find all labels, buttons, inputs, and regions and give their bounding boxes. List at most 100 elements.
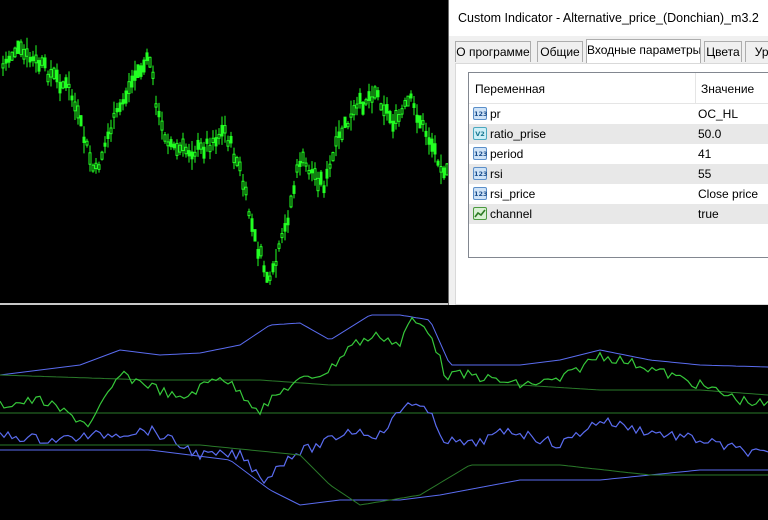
candle-body bbox=[34, 54, 38, 64]
table-row[interactable]: 123 rsi_price Close price bbox=[469, 184, 768, 204]
parameters-table: Переменная Значение 123 pr OC_HL V2 ratio_pr… bbox=[468, 72, 768, 258]
candle-body bbox=[310, 169, 314, 174]
candle-body bbox=[403, 100, 407, 107]
candle-body bbox=[166, 141, 170, 147]
indicator-subwindow[interactable] bbox=[0, 305, 768, 520]
table-row[interactable]: 123 period 41 bbox=[469, 144, 768, 164]
tab-colors[interactable]: Цвета bbox=[704, 41, 742, 62]
candle-body bbox=[415, 114, 419, 123]
candle-body bbox=[127, 81, 131, 95]
candle-body bbox=[49, 69, 53, 78]
candle-body bbox=[40, 57, 44, 66]
candle-body bbox=[226, 140, 230, 147]
tab-input-parameters[interactable]: Входные параметры bbox=[586, 39, 701, 63]
parameter-name: rsi bbox=[490, 167, 503, 181]
tab-levels[interactable]: Уро bbox=[745, 41, 768, 62]
candle-body bbox=[31, 56, 35, 62]
parameter-value[interactable]: 50.0 bbox=[698, 124, 721, 144]
candle-body bbox=[376, 90, 380, 98]
candle-body bbox=[247, 211, 251, 217]
candle-body bbox=[55, 69, 59, 83]
table-row[interactable]: 123 rsi 55 bbox=[469, 164, 768, 184]
double-icon: V2 bbox=[473, 127, 487, 140]
candle-body bbox=[163, 134, 167, 142]
candle-body bbox=[319, 171, 323, 185]
tab-general[interactable]: Общие bbox=[537, 41, 583, 62]
candle-body bbox=[130, 75, 134, 88]
parameter-value[interactable]: 55 bbox=[698, 164, 711, 184]
parameter-value[interactable]: OC_HL bbox=[698, 104, 738, 124]
candle-body bbox=[154, 103, 158, 108]
column-divider[interactable] bbox=[695, 73, 696, 103]
candle-body bbox=[79, 115, 83, 127]
candle-body bbox=[256, 249, 260, 259]
candle-body bbox=[274, 260, 278, 266]
candle-body bbox=[313, 168, 317, 180]
candle-body bbox=[397, 114, 401, 122]
candle-body bbox=[364, 99, 368, 105]
candle-body bbox=[202, 146, 206, 159]
candle-body bbox=[67, 83, 71, 88]
candle-body bbox=[52, 67, 56, 80]
candle-body bbox=[265, 271, 269, 283]
candle-body bbox=[61, 81, 65, 89]
candle-body bbox=[76, 105, 80, 119]
candle-body bbox=[169, 139, 173, 148]
candle-body bbox=[379, 103, 383, 111]
candle-body bbox=[301, 151, 305, 164]
candle-body bbox=[211, 137, 215, 144]
bool-icon bbox=[473, 207, 487, 220]
candle-body bbox=[334, 136, 338, 147]
candle-body bbox=[97, 164, 101, 170]
candle-body bbox=[430, 138, 434, 152]
table-body: 123 pr OC_HL V2 ratio_prise 50.0 123 period 41 12… bbox=[469, 104, 768, 224]
parameter-name: ratio_prise bbox=[490, 127, 547, 141]
table-row[interactable]: V2 ratio_prise 50.0 bbox=[469, 124, 768, 144]
parameter-value[interactable]: Close price bbox=[698, 184, 758, 204]
candle-body bbox=[22, 48, 26, 60]
candle-body bbox=[355, 103, 359, 109]
candle-body bbox=[142, 59, 146, 73]
candle-body bbox=[277, 243, 281, 249]
parameter-name: pr bbox=[490, 107, 501, 121]
candle-body bbox=[238, 161, 242, 172]
candle-body bbox=[115, 108, 119, 113]
candle-body bbox=[82, 136, 86, 143]
candle-body bbox=[421, 120, 425, 125]
candle-body bbox=[385, 104, 389, 114]
candle-body bbox=[352, 105, 356, 116]
candle-body bbox=[382, 104, 386, 117]
candle-body bbox=[349, 113, 353, 118]
candle-body bbox=[295, 164, 299, 173]
integer-icon: 123 bbox=[473, 187, 488, 200]
candle-body bbox=[358, 92, 362, 104]
candle-body bbox=[178, 144, 182, 153]
table-row[interactable]: 123 pr OC_HL bbox=[469, 104, 768, 124]
candle-body bbox=[7, 55, 11, 63]
candle-body bbox=[361, 101, 365, 115]
candle-body bbox=[280, 233, 284, 239]
candle-body bbox=[232, 153, 236, 164]
parameter-value[interactable]: true bbox=[698, 204, 719, 224]
candle-body bbox=[367, 91, 371, 101]
candle-body bbox=[235, 157, 239, 166]
candle-body bbox=[286, 217, 290, 226]
candle-body bbox=[16, 40, 20, 54]
candle-body bbox=[46, 73, 50, 83]
candle-body bbox=[58, 81, 62, 94]
green-channel-line bbox=[0, 374, 768, 396]
candle-body bbox=[259, 246, 263, 257]
candle-body bbox=[322, 185, 326, 194]
candle-body bbox=[253, 229, 257, 242]
candle-body bbox=[208, 144, 212, 153]
candle-body bbox=[73, 101, 77, 112]
parameter-name: period bbox=[490, 147, 524, 161]
candle-body bbox=[85, 140, 89, 146]
candle-body bbox=[121, 99, 125, 105]
tab-about[interactable]: О программе bbox=[455, 41, 531, 62]
parameter-value[interactable]: 41 bbox=[698, 144, 711, 164]
candle-body bbox=[370, 96, 374, 103]
custom-indicator-dialog: Custom Indicator - Alternative_price_(Do… bbox=[448, 0, 768, 305]
candle-body bbox=[196, 139, 200, 150]
table-row[interactable]: channel true bbox=[469, 204, 768, 224]
